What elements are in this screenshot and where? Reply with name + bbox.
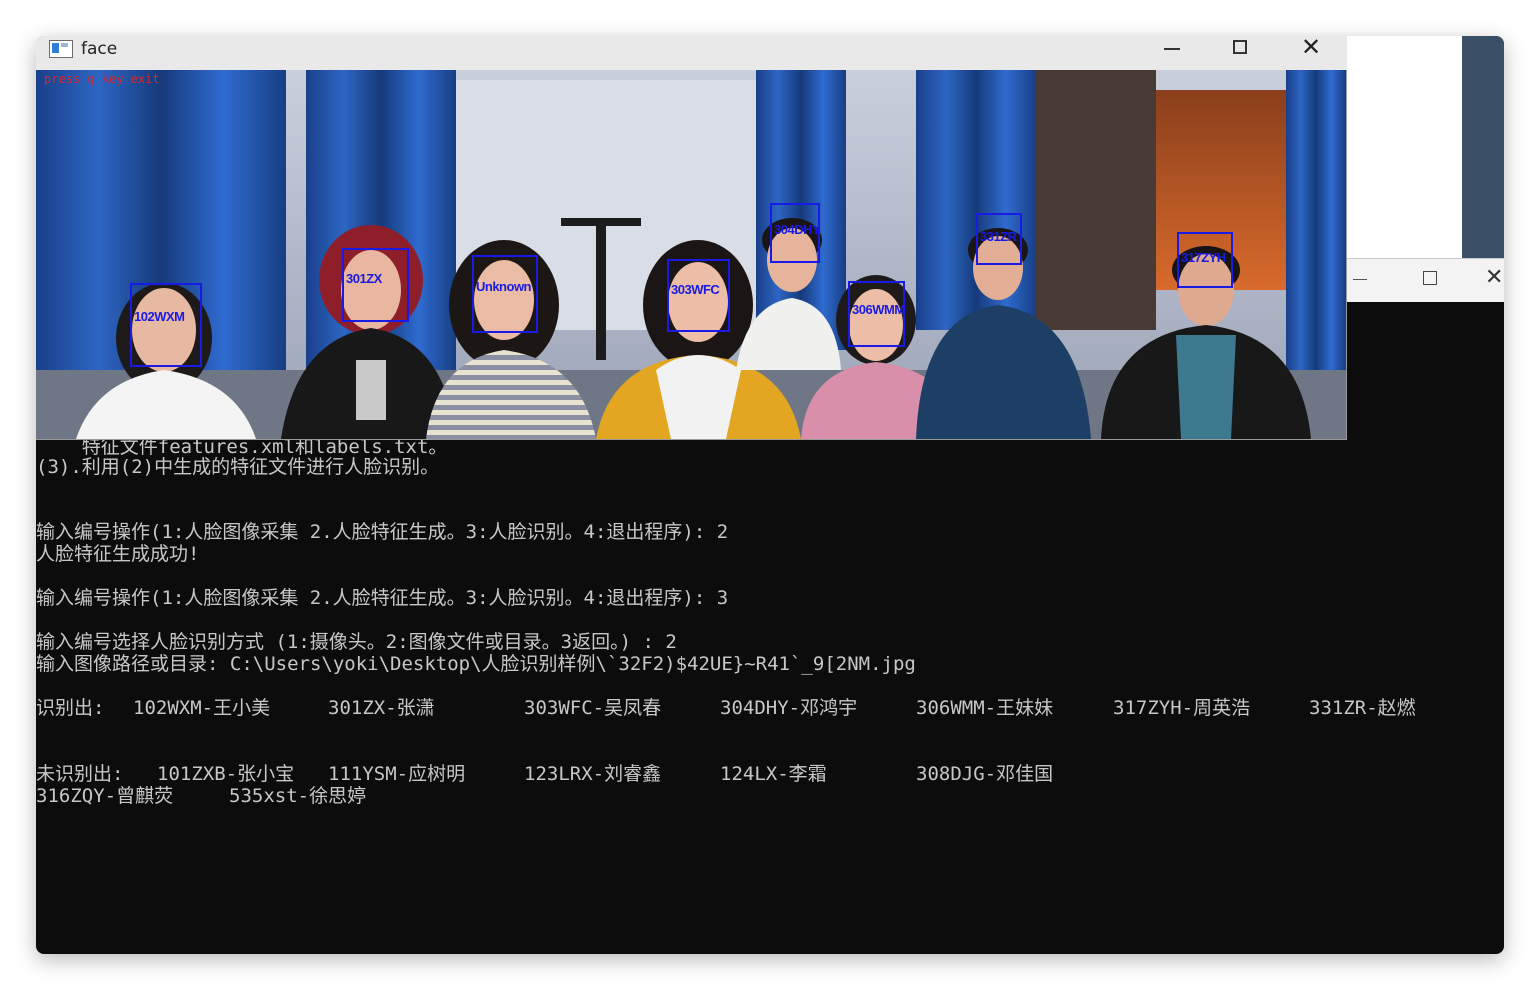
- face-label: 303WFC: [671, 281, 720, 297]
- unrecognized-item: 124LX-李霜: [720, 763, 827, 785]
- group-photo-illustration: [36, 70, 1346, 439]
- console-line: 输入编号选择人脸识别方式 (1:摄像头。2:图像文件或目录。3返回。) : 2: [36, 631, 677, 653]
- face-box: 301ZX: [342, 248, 409, 322]
- recognized-item: 303WFC-吴凤春: [524, 697, 662, 719]
- maximize-button[interactable]: [1217, 36, 1263, 66]
- face-label: 331ZR: [980, 229, 1017, 245]
- face-box: 304DHY: [770, 203, 821, 263]
- app-icon: [49, 40, 73, 58]
- detection-image: press q key exit 102WXM 301ZX Unknown 30…: [36, 70, 1346, 439]
- face-label: 304DHY: [774, 221, 821, 237]
- unrecognized-item: 101ZXB-张小宝: [157, 763, 295, 785]
- recognized-row: 识别出: 102WXM-王小美 301ZX-张潇 303WFC-吴凤春 304D…: [36, 697, 1504, 719]
- face-box: 331ZR: [976, 213, 1022, 265]
- exit-hint: press q key exit: [44, 72, 160, 86]
- recognized-item: 317ZYH-周英浩: [1113, 697, 1251, 719]
- unrecognized-item: 535xst-徐思婷: [229, 785, 367, 807]
- minimize-button[interactable]: [1148, 36, 1194, 66]
- recognized-item: 304DHY-邓鸿宇: [720, 697, 858, 719]
- minimize-icon[interactable]: [1353, 279, 1367, 280]
- console-line: 输入编号操作(1:人脸图像采集 2.人脸特征生成。3:人脸识别。4:退出程序):…: [36, 521, 729, 543]
- unrecognized-item: 308DJG-邓佳国: [916, 763, 1054, 785]
- face-label: 301ZX: [346, 271, 382, 286]
- recognized-item: 102WXM-王小美: [133, 697, 271, 719]
- face-label: 306WMM: [852, 301, 905, 317]
- unrecognized-row: 未识别出: 101ZXB-张小宝 111YSM-应树明 123LRX-刘睿鑫 1…: [36, 763, 1504, 785]
- face-box: Unknown: [472, 255, 538, 333]
- face-window-titlebar[interactable]: face ✕: [36, 36, 1347, 70]
- desktop-frame: ✕ 特征文件features.xml和labels.txt。 (3).利用(2)…: [36, 36, 1504, 954]
- window-title: face: [81, 39, 118, 59]
- console-line: 人脸特征生成成功!: [36, 543, 200, 565]
- console-line: 输入图像路径或目录: C:\Users\yoki\Desktop\人脸识别样例\…: [36, 653, 916, 675]
- unrecognized-item: 123LRX-刘睿鑫: [524, 763, 662, 785]
- unrecognized-item: 316ZQY-曾麒荧: [36, 785, 174, 807]
- recognized-item: 306WMM-王妹妹: [916, 697, 1054, 719]
- face-window: face ✕ press q key exit 102WXM 301ZX Unk…: [36, 36, 1347, 440]
- face-box: 303WFC: [667, 259, 730, 332]
- recognized-item: 331ZR-赵燃: [1309, 697, 1416, 719]
- unrecognized-row: 316ZQY-曾麒荧 535xst-徐思婷: [36, 785, 1504, 807]
- face-box: 317ZYH: [1177, 232, 1233, 288]
- close-icon[interactable]: ✕: [1485, 263, 1503, 293]
- console-line: 输入编号操作(1:人脸图像采集 2.人脸特征生成。3:人脸识别。4:退出程序):…: [36, 587, 729, 609]
- recognized-label: 识别出:: [36, 697, 105, 719]
- unrecognized-label: 未识别出:: [36, 763, 124, 785]
- face-label: 102WXM: [134, 309, 185, 324]
- maximize-icon[interactable]: [1423, 271, 1437, 285]
- face-box: 306WMM: [848, 281, 905, 347]
- recognized-item: 301ZX-张潇: [328, 697, 435, 719]
- face-box: 102WXM: [130, 283, 202, 367]
- background-window-content: [1347, 36, 1462, 258]
- face-label: 317ZYH: [1181, 249, 1226, 265]
- face-label: Unknown: [476, 279, 532, 295]
- unrecognized-item: 111YSM-应树明: [328, 763, 466, 785]
- console-window-titlebar: ✕: [1347, 258, 1504, 302]
- desktop-wallpaper: [1462, 36, 1504, 258]
- close-button[interactable]: ✕: [1288, 36, 1334, 66]
- console-line: (3).利用(2)中生成的特征文件进行人脸识别。: [36, 456, 440, 478]
- console-output: 特征文件features.xml和labels.txt。 (3).利用(2)中生…: [36, 434, 1504, 954]
